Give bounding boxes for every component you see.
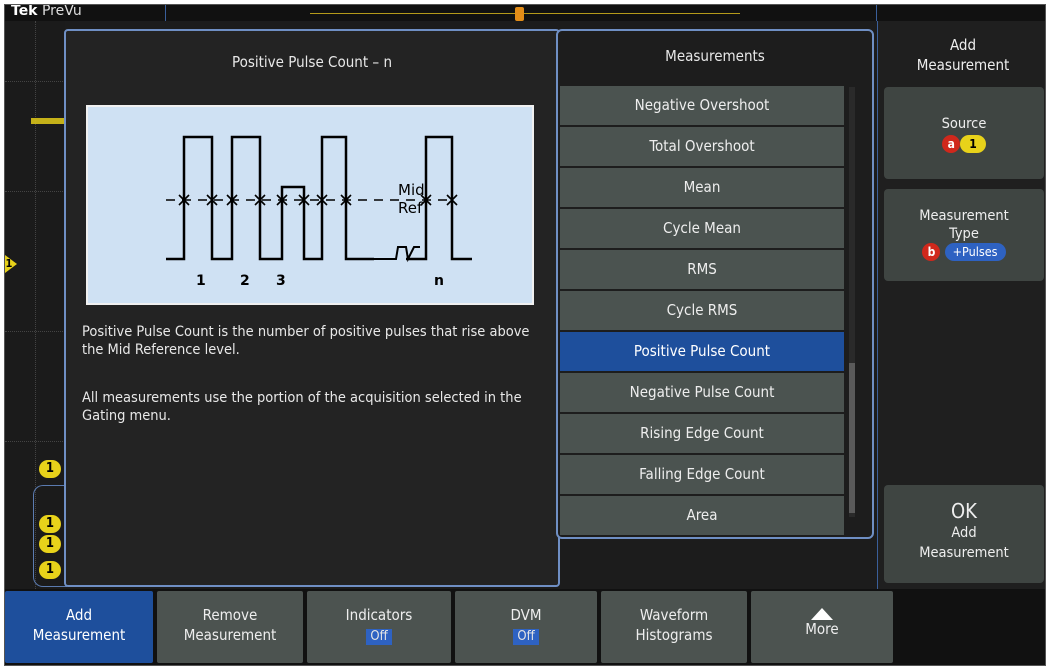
brand-logo: Tek	[11, 4, 38, 19]
measurement-type-value: b +Pulses	[884, 243, 1044, 261]
pulse-label: 1	[196, 273, 206, 289]
waveform-histograms-label-line2: Histograms	[635, 626, 713, 644]
measurement-type-label-line1: Measurement	[919, 208, 1009, 224]
source-channel-badge: 1	[960, 135, 986, 153]
source-value: a1	[884, 135, 1044, 153]
pulse-label: n	[434, 273, 444, 289]
help-description: Positive Pulse Count is the number of po…	[82, 324, 530, 358]
oscilloscope-screen: Tek PreVu 1 1 1 1 1 Positive Pulse Count…	[4, 4, 1046, 666]
dvm-state-badge: Off	[513, 629, 539, 645]
grid-line	[5, 81, 65, 82]
waveform-histograms-label-line1: Waveform	[639, 606, 709, 624]
measurement-type-button[interactable]: Measurement Type b +Pulses	[884, 189, 1044, 281]
indicators-button[interactable]: Indicators Off	[307, 591, 451, 663]
status-bar: Tek PreVu	[5, 4, 1045, 21]
knob-a-icon: a	[942, 135, 961, 153]
divider	[876, 5, 877, 21]
channel-1-waveform	[31, 118, 65, 124]
knob-b-icon: b	[922, 243, 941, 261]
pulse-diagram-graphic: Mid Ref 1 2 3 n	[88, 107, 472, 289]
measurement-type-badge: +Pulses	[944, 243, 1006, 261]
dvm-button[interactable]: DVM Off	[455, 591, 597, 663]
ok-sub-label-line1: Add	[951, 525, 977, 541]
mid-ref-label-line1: Mid	[398, 181, 425, 199]
ok-sub-label-line2: Measurement	[919, 545, 1009, 561]
indicators-state-badge: Off	[366, 629, 392, 645]
remove-measurement-label-line1: Remove	[202, 606, 258, 624]
bottom-menu: Add Measurement Remove Measurement Indic…	[5, 589, 1045, 665]
measurement-help-panel: Positive Pulse Count – n Mid Ref 1 2 3 n…	[64, 29, 560, 587]
channel-1-marker-label: 1	[5, 257, 13, 270]
pulse-label: 3	[276, 273, 286, 289]
side-menu: Add Measurement Source a1 Measurement Ty…	[877, 21, 1045, 589]
mid-ref-label-line2: Ref	[398, 199, 423, 217]
scrollbar-thumb[interactable]	[849, 363, 855, 513]
source-label: Source	[941, 116, 987, 132]
measurement-list-scrollbar[interactable]	[849, 87, 855, 517]
grid-line	[5, 331, 65, 332]
trigger-marker-icon[interactable]	[515, 7, 524, 21]
brand-label: Tek PreVu	[11, 4, 82, 19]
measurement-type-label-line2: Type	[949, 226, 979, 242]
dvm-label: DVM	[510, 606, 542, 624]
waveform-histograms-button[interactable]: Waveform Histograms	[601, 591, 747, 663]
more-label: More	[805, 620, 839, 638]
channel-1-badge[interactable]: 1	[39, 561, 61, 579]
ok-add-measurement-button[interactable]: OK Add Measurement	[884, 485, 1044, 583]
trigger-position-line	[310, 13, 740, 14]
measurement-item-cycle-rms[interactable]: Cycle RMS	[560, 291, 844, 330]
add-measurement-label-line2: Measurement	[32, 626, 126, 644]
remove-measurement-button[interactable]: Remove Measurement	[157, 591, 303, 663]
measurement-item-rms[interactable]: RMS	[560, 250, 844, 289]
channel-1-badge[interactable]: 1	[39, 535, 61, 553]
more-arrow-icon	[751, 605, 893, 620]
divider	[165, 5, 166, 21]
acquisition-mode: PreVu	[41, 4, 82, 19]
grid-line	[5, 191, 65, 192]
channel-1-badge[interactable]: 1	[39, 460, 61, 478]
measurement-item-negative-pulse-count[interactable]: Negative Pulse Count	[560, 373, 844, 412]
indicators-label: Indicators	[345, 606, 413, 624]
channel-1-badge[interactable]: 1	[39, 515, 61, 533]
more-button[interactable]: More	[751, 591, 893, 663]
measurement-item-cycle-mean[interactable]: Cycle Mean	[560, 209, 844, 248]
measurement-list-panel: Measurements Negative Overshoot Total Ov…	[556, 29, 874, 539]
measurement-list: Negative Overshoot Total Overshoot Mean …	[560, 86, 844, 537]
measurement-item-total-overshoot[interactable]: Total Overshoot	[560, 127, 844, 166]
measurement-item-falling-edge-count[interactable]: Falling Edge Count	[560, 455, 844, 494]
help-title: Positive Pulse Count – n	[232, 53, 392, 71]
grid-line	[5, 441, 65, 442]
side-menu-title-line1: Add	[949, 36, 977, 54]
add-measurement-label-line1: Add	[65, 606, 93, 624]
measurement-item-positive-pulse-count[interactable]: Positive Pulse Count	[560, 332, 844, 371]
source-button[interactable]: Source a1	[884, 87, 1044, 179]
pulse-label: 2	[240, 273, 250, 289]
measurement-item-negative-overshoot[interactable]: Negative Overshoot	[560, 86, 844, 125]
remove-measurement-label-line2: Measurement	[183, 626, 277, 644]
measurement-item-mean[interactable]: Mean	[560, 168, 844, 207]
measurement-item-area[interactable]: Area	[560, 496, 844, 535]
help-gating-note: All measurements use the portion of the …	[82, 390, 522, 424]
side-menu-title: Add Measurement	[878, 35, 1045, 75]
measurement-list-title: Measurements	[665, 47, 765, 65]
pulse-count-diagram: Mid Ref 1 2 3 n	[86, 105, 534, 305]
add-measurement-button[interactable]: Add Measurement	[5, 591, 153, 663]
measurement-item-rising-edge-count[interactable]: Rising Edge Count	[560, 414, 844, 453]
ok-label: OK	[951, 499, 977, 523]
side-menu-title-line2: Measurement	[916, 56, 1010, 74]
